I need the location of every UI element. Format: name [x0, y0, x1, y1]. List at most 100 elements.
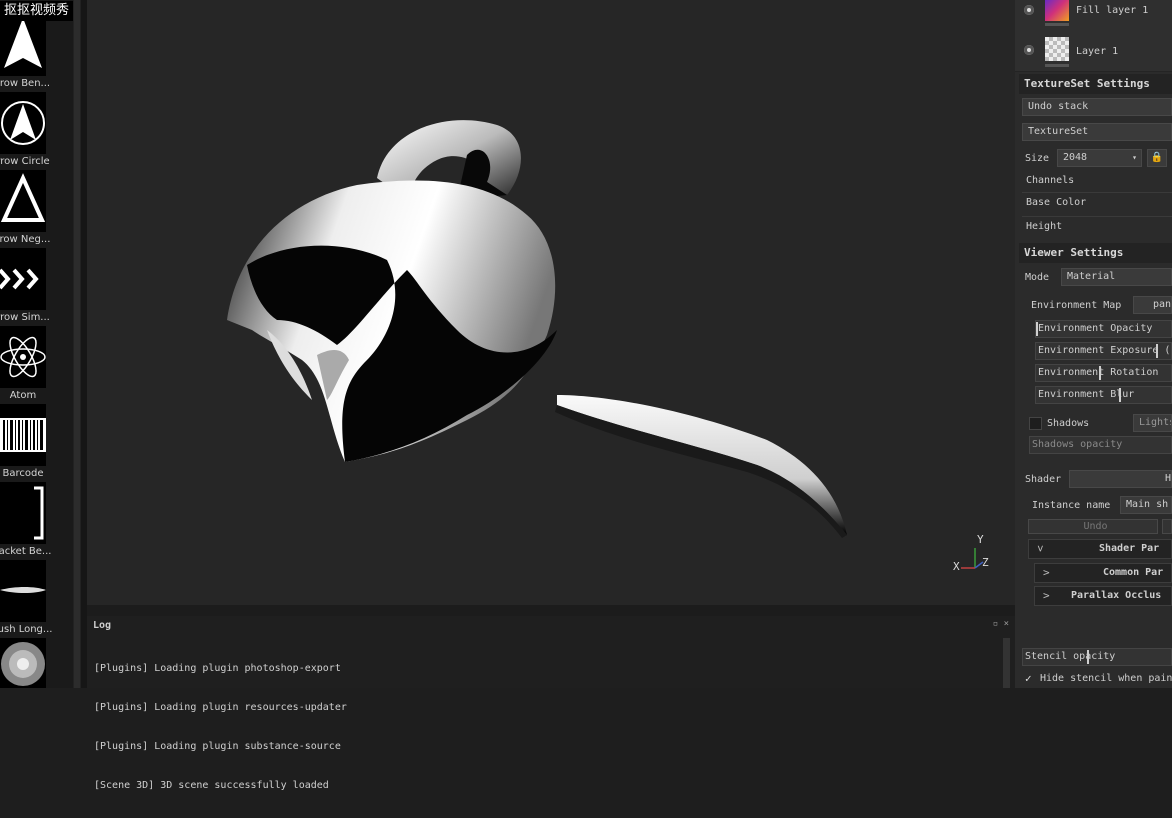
textureset-settings-header[interactable]: TextureSet Settings — [1019, 74, 1172, 94]
shelf-scrollbar-thumb[interactable] — [74, 0, 80, 688]
layer-row-paint[interactable]: Layer 1 — [1015, 31, 1172, 72]
visibility-eye-icon[interactable] — [1024, 5, 1034, 15]
shelf-item-label: rrow Sim... — [0, 312, 50, 323]
log-panel: Log ▫ × [Plugins] Loading plugin photosh… — [87, 616, 1015, 791]
shelf-item[interactable]: rrow Neg... — [0, 170, 73, 248]
arrow-circle-icon — [0, 92, 46, 154]
environment-exposure-slider[interactable]: Environment Exposure ( — [1035, 342, 1172, 360]
stencil-opacity-slider[interactable]: Stencil opacity — [1022, 648, 1172, 666]
environment-map-label: Environment Map — [1031, 300, 1122, 311]
environment-rotation-slider[interactable]: Environment Rotation — [1035, 364, 1172, 382]
slider-label: Environment Exposure ( — [1038, 345, 1171, 356]
brush-round-icon — [0, 638, 46, 688]
shadows-opacity-slider[interactable]: Shadows opacity — [1029, 436, 1172, 454]
chevron-right-icon: > — [1043, 566, 1050, 579]
arrow-simple-icon — [0, 248, 46, 310]
redo-button[interactable] — [1162, 519, 1172, 534]
instance-name-field[interactable]: Main sh — [1120, 496, 1172, 514]
shelf-item-label: rrow Circle — [0, 156, 50, 167]
shelf-item-label: rush Long... — [0, 624, 53, 635]
section-title: Common Par — [1103, 567, 1164, 578]
shadows-checkbox[interactable] — [1029, 417, 1042, 430]
axis-label-z: Z — [982, 556, 989, 569]
mode-select[interactable]: Material — [1061, 268, 1172, 286]
slider-handle[interactable] — [1099, 366, 1101, 380]
shelf-item[interactable]: racket Be... — [0, 482, 73, 560]
common-parameters-header[interactable]: > Common Par — [1034, 563, 1172, 583]
shelf-item[interactable]: Barcode — [0, 404, 73, 482]
layer-name[interactable]: Layer 1 — [1076, 46, 1118, 57]
log-title: Log — [93, 620, 112, 631]
3d-viewport[interactable]: Y X Z — [87, 0, 1015, 605]
lock-icon[interactable]: 🔒 — [1147, 149, 1167, 167]
instance-name-label: Instance name — [1032, 500, 1111, 511]
shelf-item-label: rrow Neg... — [0, 234, 51, 245]
shadows-label: Shadows — [1047, 418, 1090, 429]
section-title: Shader Par — [1099, 543, 1160, 554]
channel-name: Height — [1026, 221, 1063, 232]
log-window-buttons[interactable]: ▫ × — [993, 619, 1009, 629]
shader-label: Shader — [1025, 474, 1062, 485]
layer-name[interactable]: Fill layer 1 — [1076, 5, 1148, 16]
layer-mask-strip — [1045, 64, 1069, 67]
undo-button[interactable]: Undo — [1028, 519, 1158, 534]
shelf-panel: rrow Ben... rrow Circle rrow Neg... rrow Si… — [0, 0, 73, 688]
shelf-item[interactable]: rush Long... — [0, 560, 73, 638]
log-line: [Plugins] Loading plugin photoshop-expor… — [94, 663, 341, 674]
paint-layer-icon — [1045, 37, 1069, 61]
log-divider[interactable] — [87, 605, 1015, 616]
log-scrollbar[interactable] — [1003, 638, 1010, 688]
slider-handle[interactable] — [1087, 650, 1089, 664]
arrow-negative-icon — [0, 170, 46, 232]
bracket-icon — [0, 482, 46, 544]
channel-name: Base Color — [1026, 197, 1087, 208]
shelf-item-label: racket Be... — [0, 546, 52, 557]
environment-blur-slider[interactable]: Environment Blur — [1035, 386, 1172, 404]
channel-row-height[interactable]: Height — [1022, 216, 1172, 237]
fill-layer-icon — [1045, 0, 1069, 21]
environment-map-button[interactable]: pan — [1133, 296, 1172, 314]
log-line: [Plugins] Loading plugin resources-updat… — [94, 702, 347, 713]
chevron-down-icon: > — [1033, 545, 1047, 552]
3d-model[interactable] — [87, 0, 1015, 605]
arrow-bend-icon — [0, 14, 46, 76]
shader-parameters-header[interactable]: > Shader Par — [1028, 539, 1172, 559]
parallax-occlusion-header[interactable]: > Parallax Occlus — [1034, 586, 1172, 606]
shelf-item[interactable]: Atom — [0, 326, 73, 404]
shelf-item-label: Barcode — [2, 468, 44, 479]
slider-handle[interactable] — [1036, 322, 1038, 336]
shelf-item[interactable] — [0, 638, 73, 688]
slider-handle[interactable] — [1156, 344, 1158, 358]
brush-long-icon — [0, 560, 46, 622]
channel-row-base-color[interactable]: Base Color — [1022, 192, 1172, 213]
atom-icon — [0, 326, 46, 388]
environment-opacity-slider[interactable]: Environment Opacity — [1035, 320, 1172, 338]
section-title: Parallax Occlus — [1071, 590, 1162, 601]
lights-button[interactable]: Lights — [1133, 414, 1172, 432]
shelf-item[interactable]: rrow Ben... — [0, 14, 73, 92]
log-line: [Scene 3D] 3D scene successfully loaded — [94, 780, 329, 791]
log-line: [Plugins] Loading plugin substance-sourc… — [94, 741, 341, 752]
log-lines: [Plugins] Loading plugin photoshop-expor… — [94, 636, 347, 818]
layer-row-fill[interactable]: Fill layer 1 — [1015, 0, 1172, 32]
check-icon[interactable]: ✓ — [1025, 672, 1032, 685]
axis-label-y: Y — [977, 533, 984, 546]
channels-label: Channels — [1026, 175, 1075, 186]
undo-stack-button[interactable]: Undo stack — [1022, 98, 1172, 116]
properties-panel: Fill layer 1 Layer 1 TextureSet Settings… — [1015, 0, 1172, 688]
size-value: 2048 — [1063, 152, 1088, 163]
textureset-dropdown[interactable]: TextureSet — [1022, 123, 1172, 141]
slider-label: Stencil opacity — [1025, 651, 1116, 662]
slider-label: Environment Opacity — [1038, 323, 1153, 334]
slider-handle[interactable] — [1119, 388, 1121, 402]
shelf-item[interactable]: rrow Circle — [0, 92, 73, 170]
visibility-eye-icon[interactable] — [1024, 45, 1034, 55]
watermark: 抠抠视频秀 — [0, 1, 74, 21]
size-select[interactable]: 2048 ▾ — [1057, 149, 1142, 167]
shelf-item-label: rrow Ben... — [0, 78, 51, 89]
shader-select[interactable]: H — [1069, 470, 1172, 488]
shelf-item[interactable]: rrow Sim... — [0, 248, 73, 326]
viewer-settings-header[interactable]: Viewer Settings — [1019, 243, 1172, 263]
size-label: Size — [1025, 153, 1050, 164]
mode-label: Mode — [1025, 272, 1050, 283]
